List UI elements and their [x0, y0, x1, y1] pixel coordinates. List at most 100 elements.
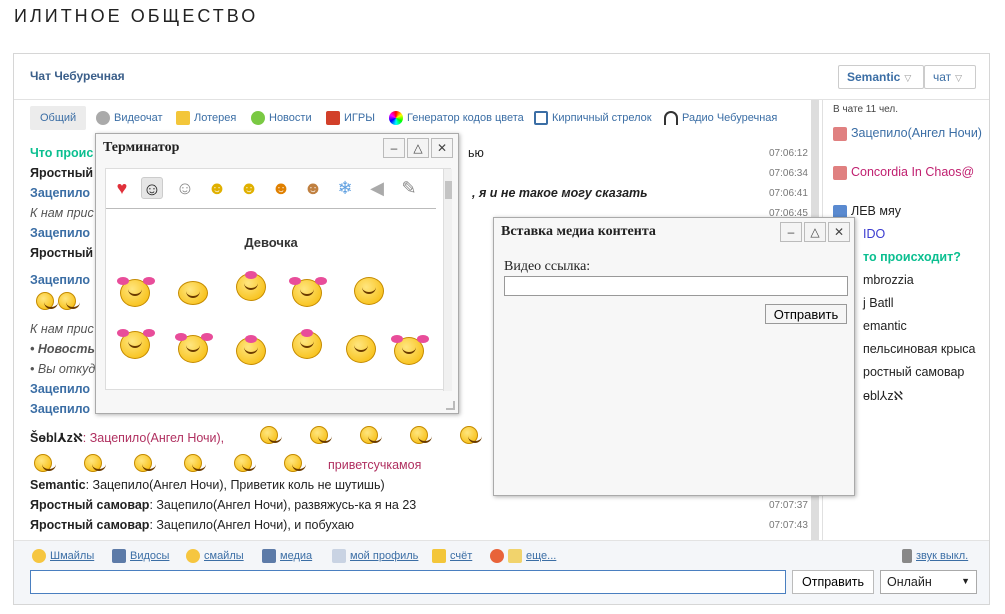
tab-news[interactable]: Новости [251, 106, 312, 130]
system-message: Вы откуда [37, 362, 103, 376]
close-button[interactable]: ✕ [431, 138, 453, 158]
maximize-button[interactable]: △ [804, 222, 826, 242]
user-item[interactable]: IDO [863, 227, 885, 241]
message-nick[interactable]: Яростный самовар [30, 498, 149, 512]
tab-radio[interactable]: Радио Чебуречная [664, 106, 777, 130]
user-item[interactable]: Concordia In Chaos@ [833, 165, 974, 180]
status-value: Онлайн [887, 575, 932, 589]
sound-toggle[interactable]: звук выкл. [902, 549, 968, 563]
heart-icon[interactable]: ♥ [111, 177, 133, 199]
message-text: ью [468, 146, 484, 160]
girl-smiley-icon[interactable] [175, 333, 213, 363]
user-item[interactable]: ростный самовар [863, 365, 964, 379]
profile-icon [332, 549, 346, 563]
wrench-icon[interactable]: ✎ [398, 177, 420, 199]
girl-smiley-icon[interactable] [178, 281, 208, 305]
message-nick[interactable]: Зацепило [30, 273, 90, 287]
message-nick[interactable]: Яростный самовар [30, 518, 149, 532]
cool-icon[interactable]: ☻ [238, 177, 260, 199]
smiley-row [34, 454, 334, 474]
close-button[interactable]: ✕ [828, 222, 850, 242]
mode-value: Semantic [847, 70, 901, 84]
message-nick[interactable]: Яростный [30, 166, 93, 180]
scrollbar-thumb[interactable] [445, 181, 452, 199]
user-name: пельсиновая крыса [863, 342, 976, 356]
message-nick[interactable]: Semantic [30, 478, 86, 492]
media-button[interactable]: медиа [262, 549, 312, 563]
smiley-picker-body: ♥ ☺ ☺ ☻ ☻ ☻ ☻ ❄ ◀ ✎ Девочка [105, 168, 452, 391]
tab-general[interactable]: Общий [30, 106, 87, 130]
girl-smiley-icon[interactable] [292, 329, 322, 359]
message-nick[interactable]: Зацепило [30, 402, 90, 416]
toolbar-label: смайлы [204, 549, 244, 562]
message-nick[interactable]: Зацепило [30, 186, 90, 200]
message-nick[interactable]: Зацепило [30, 382, 90, 396]
user-item[interactable]: то происходит? [863, 250, 961, 264]
window-title: Вставка медиа контента [501, 224, 656, 239]
media-send-button[interactable]: Отправить [765, 304, 847, 324]
emoticons-button[interactable]: смайлы [186, 549, 244, 563]
girl-smiley-icon[interactable] [354, 277, 384, 305]
smileys-button[interactable]: Шмайлы [32, 549, 94, 563]
smiley-scrollbar[interactable] [443, 169, 452, 391]
message-row: Яростный [30, 246, 93, 260]
user-item[interactable]: emantic [863, 319, 907, 333]
message-nick[interactable]: Зацепило [30, 226, 90, 240]
smile-icon [186, 549, 200, 563]
user-item[interactable]: Зацепило(Ангел Ночи) [833, 126, 982, 141]
girl-smiley-icon[interactable] [236, 335, 266, 365]
smiley-row [36, 292, 96, 312]
videos-button[interactable]: Видосы [112, 549, 169, 563]
resize-handle-icon[interactable] [446, 401, 455, 410]
user-item[interactable]: mbrozzia [863, 273, 914, 287]
girl-smiley-icon[interactable] [117, 329, 155, 359]
input-row: Отправить Онлайн ▼ [14, 570, 989, 604]
send-button[interactable]: Отправить [792, 570, 874, 594]
grin-icon[interactable]: ☻ [270, 177, 292, 199]
message-nick[interactable]: Šɵbl⅄zℵ [30, 431, 83, 445]
user-name: Concordia In Chaos@ [851, 165, 975, 179]
tab-videochat[interactable]: Видеочат [96, 106, 163, 130]
message-time: 07:06:12 [769, 148, 808, 159]
user-name: IDO [863, 227, 886, 241]
status-select[interactable]: Онлайн ▼ [880, 570, 977, 594]
user-item[interactable]: пельсиновая крыса [863, 342, 976, 356]
tab-label: Общий [40, 112, 77, 124]
angel-smiley-icon[interactable] [346, 335, 376, 363]
video-link-input[interactable] [504, 276, 848, 296]
tab-games[interactable]: ИГРЫ [326, 106, 375, 130]
user-item[interactable]: j Batll [863, 296, 894, 310]
message-row: Яростный самовар: Зацепило(Ангел Ночи), … [30, 518, 808, 532]
snowflake-icon[interactable]: ❄ [334, 177, 356, 199]
message-nick[interactable]: Яростный [30, 246, 93, 260]
message-text: приветсучкамоя [328, 458, 422, 472]
girl-smiley-icon[interactable] [236, 271, 266, 301]
user-item[interactable]: ɵbl⅄zℵ [863, 388, 903, 403]
girl-smiley-icon[interactable] [391, 335, 429, 365]
maximize-button[interactable]: △ [407, 138, 429, 158]
tab-brick-shooter[interactable]: Кирпичный стрелок [534, 106, 652, 130]
window-title: Терминатор [103, 140, 180, 155]
wink-icon[interactable]: ☻ [206, 177, 228, 199]
speaker-icon[interactable]: ◀ [366, 177, 388, 199]
mode-select[interactable]: Semantic ▽ [838, 65, 924, 89]
room-select[interactable]: чат ▽ [924, 65, 976, 89]
cow-icon[interactable]: ☻ [302, 177, 324, 199]
cat-icon[interactable]: ☺ [174, 177, 196, 199]
more-button[interactable]: еще... [490, 549, 556, 563]
account-button[interactable]: счёт [432, 549, 472, 563]
hat-smile-icon[interactable]: ☺ [141, 177, 163, 199]
tab-color-generator[interactable]: Генератор кодов цвета [389, 106, 524, 130]
message-nick[interactable]: Что проис [30, 146, 93, 160]
minimize-button[interactable]: – [383, 138, 405, 158]
girl-smiley-icon[interactable] [289, 277, 327, 307]
message-input[interactable] [30, 570, 786, 594]
tab-lottery[interactable]: Лотерея [176, 106, 236, 130]
games-icon [326, 111, 340, 126]
my-profile-button[interactable]: мой профиль [332, 549, 418, 563]
message-row: Зацепило [30, 273, 90, 287]
tab-label: Кирпичный стрелок [552, 112, 652, 124]
minimize-button[interactable]: – [780, 222, 802, 242]
girl-smiley-icon[interactable] [117, 277, 155, 307]
butterfly-smiley-icon [58, 292, 80, 310]
